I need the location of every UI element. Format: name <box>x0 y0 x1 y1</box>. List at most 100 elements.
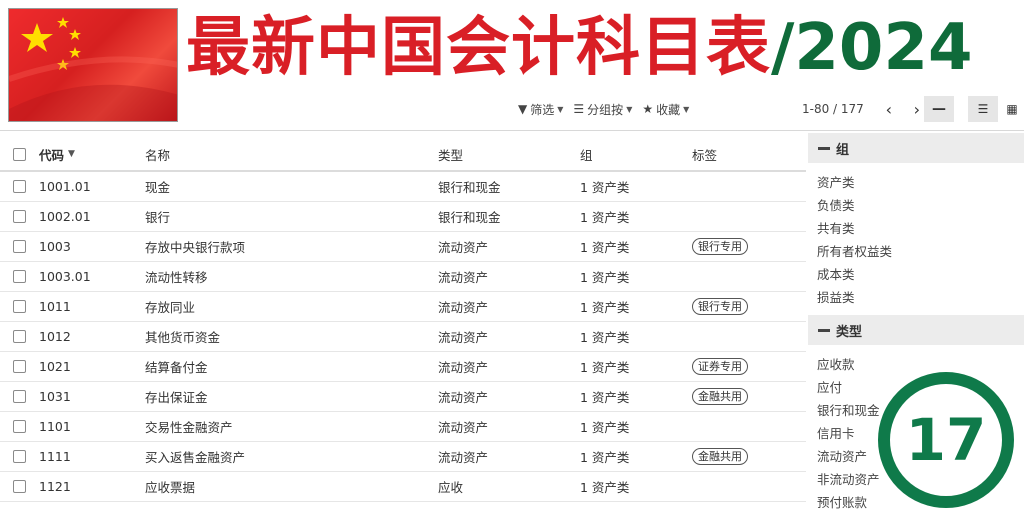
tag-badge: 银行专用 <box>692 298 748 315</box>
account-code: 1001.01 <box>39 179 91 194</box>
account-group: 1 资产类 <box>580 270 630 285</box>
row-checkbox[interactable] <box>13 322 26 351</box>
row-checkbox[interactable] <box>13 232 26 261</box>
accounts-table: 代码 ▼ 名称 类型 组 标签 1001.01 现金 银行和现金 1 资产类 1002.… <box>0 138 806 502</box>
table-row[interactable]: 1003.01 流动性转移 流动资产 1 资产类 <box>0 262 806 292</box>
account-group: 1 资产类 <box>580 480 630 495</box>
account-group: 1 资产类 <box>580 300 630 315</box>
tag-badge: 银行专用 <box>692 238 748 255</box>
account-group: 1 资产类 <box>580 330 630 345</box>
sidebar-item-group[interactable]: 损益类 <box>817 286 1024 309</box>
row-checkbox[interactable] <box>13 202 26 231</box>
star-icon: ★ <box>642 102 654 116</box>
flag-small-star <box>69 29 81 40</box>
account-type: 流动资产 <box>438 330 489 345</box>
row-checkbox[interactable] <box>13 412 26 441</box>
select-all-checkbox[interactable] <box>13 138 26 170</box>
row-checkbox[interactable] <box>13 292 26 321</box>
account-type: 流动资产 <box>438 360 489 375</box>
table-row[interactable]: 1021 结算备付金 流动资产 1 资产类 证券专用 <box>0 352 806 382</box>
account-tags: 金融共用 <box>692 442 748 471</box>
row-checkbox[interactable] <box>13 472 26 501</box>
sidebar-item-group[interactable]: 资产类 <box>817 171 1024 194</box>
account-code: 1003 <box>39 239 71 254</box>
sidebar-item-group[interactable]: 共有类 <box>817 217 1024 240</box>
account-type: 流动资产 <box>438 450 489 465</box>
account-type: 银行和现金 <box>438 210 501 225</box>
sidebar-item-group[interactable]: 所有者权益类 <box>817 240 1024 263</box>
pager: 1-80 / 177 ‹ › <box>802 96 928 122</box>
banner-title: 最新中国会计科目表/2024 <box>186 2 973 94</box>
tag-badge: 金融共用 <box>692 388 748 405</box>
list-view-button[interactable]: ☰ <box>968 96 998 122</box>
column-header-name[interactable]: 名称 <box>145 138 170 170</box>
account-name: 现金 <box>145 180 171 195</box>
table-row[interactable]: 1003 存放中央银行款项 流动资产 1 资产类 银行专用 <box>0 232 806 262</box>
chevron-left-icon[interactable]: ‹ <box>878 98 900 120</box>
caret-down-icon: ▼ <box>683 104 690 114</box>
table-row[interactable]: 1101 交易性金融资产 流动资产 1 资产类 <box>0 412 806 442</box>
account-name: 应收票据 <box>145 480 196 495</box>
flag-small-star <box>69 47 81 58</box>
account-group: 1 资产类 <box>580 180 630 195</box>
account-group: 1 资产类 <box>580 390 630 405</box>
account-code: 1003.01 <box>39 269 91 284</box>
account-tags: 银行专用 <box>692 232 748 261</box>
pager-value[interactable]: 1-80 / 177 <box>802 102 864 116</box>
row-checkbox[interactable] <box>13 352 26 381</box>
group-by-button[interactable]: ☰ 分组按 ▼ <box>573 101 632 118</box>
grid-icon: ▦ <box>1006 102 1018 116</box>
favorites-button[interactable]: ★ 收藏 ▼ <box>642 101 689 118</box>
table-row[interactable]: 1121 应收票据 应收 1 资产类 <box>0 472 806 502</box>
account-code: 1031 <box>39 389 71 404</box>
group-by-label: 分组按 <box>587 102 624 117</box>
account-group: 1 资产类 <box>580 450 630 465</box>
minus-icon: — <box>932 101 946 117</box>
account-group: 1 资产类 <box>580 240 630 255</box>
account-code: 1021 <box>39 359 71 374</box>
account-name: 存出保证金 <box>145 390 208 405</box>
account-type: 流动资产 <box>438 270 489 285</box>
sidebar-section-group[interactable]: 组 <box>808 133 1024 163</box>
filter-button[interactable]: ▼ 筛选 ▼ <box>518 101 563 118</box>
group-by-icon: ☰ <box>573 102 585 116</box>
table-row[interactable]: 1011 存放同业 流动资产 1 资产类 银行专用 <box>0 292 806 322</box>
sidebar-group-title: 组 <box>836 142 850 158</box>
table-row[interactable]: 1111 买入返售金融资产 流动资产 1 资产类 金融共用 <box>0 442 806 472</box>
table-row[interactable]: 1012 其他货币资金 流动资产 1 资产类 <box>0 322 806 352</box>
account-type: 流动资产 <box>438 240 489 255</box>
table-row[interactable]: 1031 存出保证金 流动资产 1 资产类 金融共用 <box>0 382 806 412</box>
kanban-view-button[interactable]: ▦ <box>1000 96 1024 122</box>
column-code-label: 代码 <box>39 147 65 163</box>
column-header-tags[interactable]: 标签 <box>692 138 717 170</box>
account-name: 流动性转移 <box>145 270 208 285</box>
account-group: 1 资产类 <box>580 360 630 375</box>
table-row[interactable]: 1002.01 银行 银行和现金 1 资产类 <box>0 202 806 232</box>
flag-large-star <box>21 23 53 52</box>
account-name: 结算备付金 <box>145 360 208 375</box>
account-name: 交易性金融资产 <box>145 420 233 435</box>
flag-small-star <box>57 17 69 28</box>
toolbar-divider <box>0 130 1024 131</box>
column-header-code[interactable]: 代码 ▼ <box>39 138 75 170</box>
sidebar-item-group[interactable]: 成本类 <box>817 263 1024 286</box>
row-checkbox[interactable] <box>13 382 26 411</box>
row-checkbox[interactable] <box>13 262 26 291</box>
account-type: 应收 <box>438 480 464 495</box>
version-number: 17 <box>906 406 987 474</box>
collapse-icon <box>818 146 830 150</box>
account-name: 银行 <box>145 210 171 225</box>
account-type: 流动资产 <box>438 390 489 405</box>
funnel-icon: ▼ <box>518 102 528 116</box>
row-checkbox[interactable] <box>13 172 26 201</box>
sidebar-item-group[interactable]: 负债类 <box>817 194 1024 217</box>
table-row[interactable]: 1001.01 现金 银行和现金 1 资产类 <box>0 172 806 202</box>
column-header-type[interactable]: 类型 <box>438 138 463 170</box>
column-header-group[interactable]: 组 <box>580 138 593 170</box>
account-type: 流动资产 <box>438 420 489 435</box>
sidebar-toggle-button[interactable]: — <box>924 96 954 122</box>
account-code: 1121 <box>39 479 71 494</box>
account-code: 1012 <box>39 329 71 344</box>
row-checkbox[interactable] <box>13 442 26 471</box>
sidebar-section-type[interactable]: 类型 <box>808 315 1024 345</box>
